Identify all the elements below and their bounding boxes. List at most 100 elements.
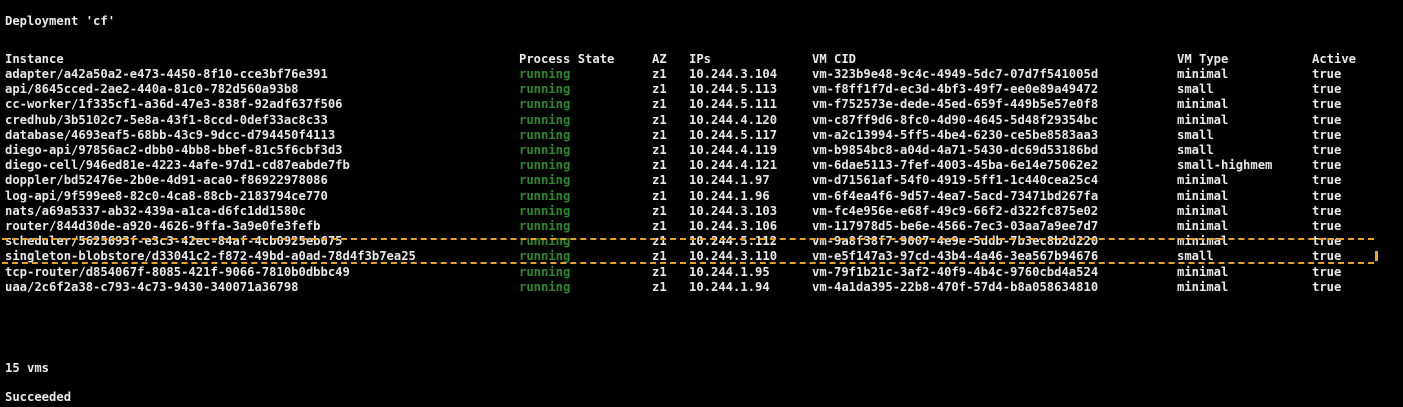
header-vm-type: VM Type [1177,52,1229,66]
az-value: z1 [652,143,667,157]
az-value: z1 [652,280,667,294]
vm-cid: vm-fc4e956e-e68f-49c9-66f2-d322fc875e02 [812,204,1099,218]
table-row: router/844d30de-a920-4626-9ffa-3a9e0fe3f… [0,219,1403,233]
vm-type: minimal [1177,280,1229,294]
table-row: doppler/bd52476e-2b0e-4d91-aca0-f8692297… [0,173,1403,187]
az-value: z1 [652,219,667,233]
vm-cid: vm-a2c13994-5ff5-4be4-6230-ce5be8583aa3 [812,128,1099,142]
instance-name: adapter/a42a50a2-e473-4450-8f10-cce3bf76… [5,67,328,81]
instance-name: router/844d30de-a920-4626-9ffa-3a9e0fe3f… [5,219,321,233]
active-flag: true [1312,189,1342,203]
ip-address: 10.244.5.111 [689,97,778,111]
header-process-state: Process State [519,52,615,66]
header-ips: IPs [689,52,712,66]
instance-name: log-api/9f599ee8-82c0-4ca8-88cb-2183794c… [5,189,328,203]
az-value: z1 [652,82,667,96]
ip-address: 10.244.3.104 [689,67,778,81]
az-value: z1 [652,128,667,142]
ip-address: 10.244.4.120 [689,113,778,127]
ip-address: 10.244.4.119 [689,143,778,157]
vm-cid: vm-c87ff9d6-8fc0-4d90-4645-5d48f29354bc [812,113,1099,127]
table-row: cc-worker/1f335cf1-a36d-47e3-838f-92adf6… [0,97,1403,111]
table-row: adapter/a42a50a2-e473-4450-8f10-cce3bf76… [0,67,1403,81]
table-row: tcp-router/d854067f-8085-421f-9066-7810b… [0,265,1403,279]
process-state: running [519,219,571,233]
vm-cid: vm-f8ff1f7d-ec3d-4bf3-49f7-ee0e89a49472 [812,82,1099,96]
vm-cid: vm-117978d5-be6e-4566-7ec3-03aa7a9ee7d7 [812,219,1099,233]
process-state: running [519,113,571,127]
router-row-highlight-edge [1375,251,1378,261]
process-state: running [519,82,571,96]
vm-type: small [1177,143,1214,157]
ip-address: 10.244.1.95 [689,265,770,279]
header-az: AZ [652,52,667,66]
active-flag: true [1312,128,1342,142]
az-value: z1 [652,113,667,127]
header-active: Active [1312,52,1357,66]
active-flag: true [1312,67,1342,81]
table-row: log-api/9f599ee8-82c0-4ca8-88cb-2183794c… [0,189,1403,203]
vm-cid: vm-b9854bc8-a04d-4a71-5430-dc69d53186bd [812,143,1099,157]
table-row: database/4693eaf5-68bb-43c9-9dcc-d794450… [0,128,1403,142]
process-state: running [519,280,571,294]
table-row: diego-api/97856ac2-dbb0-4bb8-bbef-81c5f6… [0,143,1403,157]
az-value: z1 [652,265,667,279]
active-flag: true [1312,158,1342,172]
az-value: z1 [652,67,667,81]
ip-address: 10.244.1.96 [689,189,770,203]
vm-type: minimal [1177,113,1229,127]
active-flag: true [1312,204,1342,218]
vm-type: small [1177,82,1214,96]
vm-count: 15 vms [5,361,50,375]
ip-address: 10.244.1.97 [689,173,770,187]
ip-address: 10.244.5.117 [689,128,778,142]
process-state: running [519,204,571,218]
instance-name: doppler/bd52476e-2b0e-4d91-aca0-f8692297… [5,173,328,187]
active-flag: true [1312,82,1342,96]
az-value: z1 [652,173,667,187]
instance-name: diego-cell/946ed81e-4223-4afe-97d1-cd87e… [5,158,350,172]
vm-cid: vm-4a1da395-22b8-470f-57d4-b8a058634810 [812,280,1099,294]
process-state: running [519,128,571,142]
ip-address: 10.244.3.106 [689,219,778,233]
header-instance: Instance [5,52,64,66]
process-state: running [519,265,571,279]
table-row: nats/a69a5337-ab32-439a-a1ca-d6fc1dd1580… [0,204,1403,218]
instance-name: database/4693eaf5-68bb-43c9-9dcc-d794450… [5,128,336,142]
az-value: z1 [652,97,667,111]
ip-address: 10.244.3.103 [689,204,778,218]
table-row: api/8645cced-2ae2-440a-81c0-782d560a93b8… [0,82,1403,96]
table-row: credhub/3b5102c7-5e8a-43f1-8ccd-0def33ac… [0,113,1403,127]
vm-type: small-highmem [1177,158,1273,172]
az-value: z1 [652,189,667,203]
table-row: uaa/2c6f2a38-c793-4c73-9430-340071a36798… [0,280,1403,294]
process-state: running [519,143,571,157]
active-flag: true [1312,97,1342,111]
vm-type: minimal [1177,67,1229,81]
active-flag: true [1312,173,1342,187]
vm-cid: vm-6dae5113-7fef-4003-45ba-6e14e75062e2 [812,158,1099,172]
process-state: running [519,97,571,111]
vm-cid: vm-6f4ea4f6-9d57-4ea7-5acd-73471bd267fa [812,189,1099,203]
process-state: running [519,67,571,81]
vm-type: minimal [1177,173,1229,187]
active-flag: true [1312,143,1342,157]
header-vm-cid: VM CID [812,52,857,66]
table-row: diego-cell/946ed81e-4223-4afe-97d1-cd87e… [0,158,1403,172]
active-flag: true [1312,280,1342,294]
process-state: running [519,189,571,203]
ip-address: 10.244.5.113 [689,82,778,96]
process-state: running [519,173,571,187]
vm-type: small [1177,128,1214,142]
vm-type: minimal [1177,204,1229,218]
vm-type: minimal [1177,219,1229,233]
instance-name: cc-worker/1f335cf1-a36d-47e3-838f-92adf6… [5,97,343,111]
ip-address: 10.244.4.121 [689,158,778,172]
vm-cid: vm-d71561af-54f0-4919-5ff1-1c440cea25c4 [812,173,1099,187]
az-value: z1 [652,204,667,218]
router-row-highlight [2,238,1374,264]
instance-name: credhub/3b5102c7-5e8a-43f1-8ccd-0def33ac… [5,113,328,127]
instance-name: tcp-router/d854067f-8085-421f-9066-7810b… [5,265,350,279]
active-flag: true [1312,219,1342,233]
terminal-window: Deployment 'cf' Instance Process State A… [0,0,1403,407]
